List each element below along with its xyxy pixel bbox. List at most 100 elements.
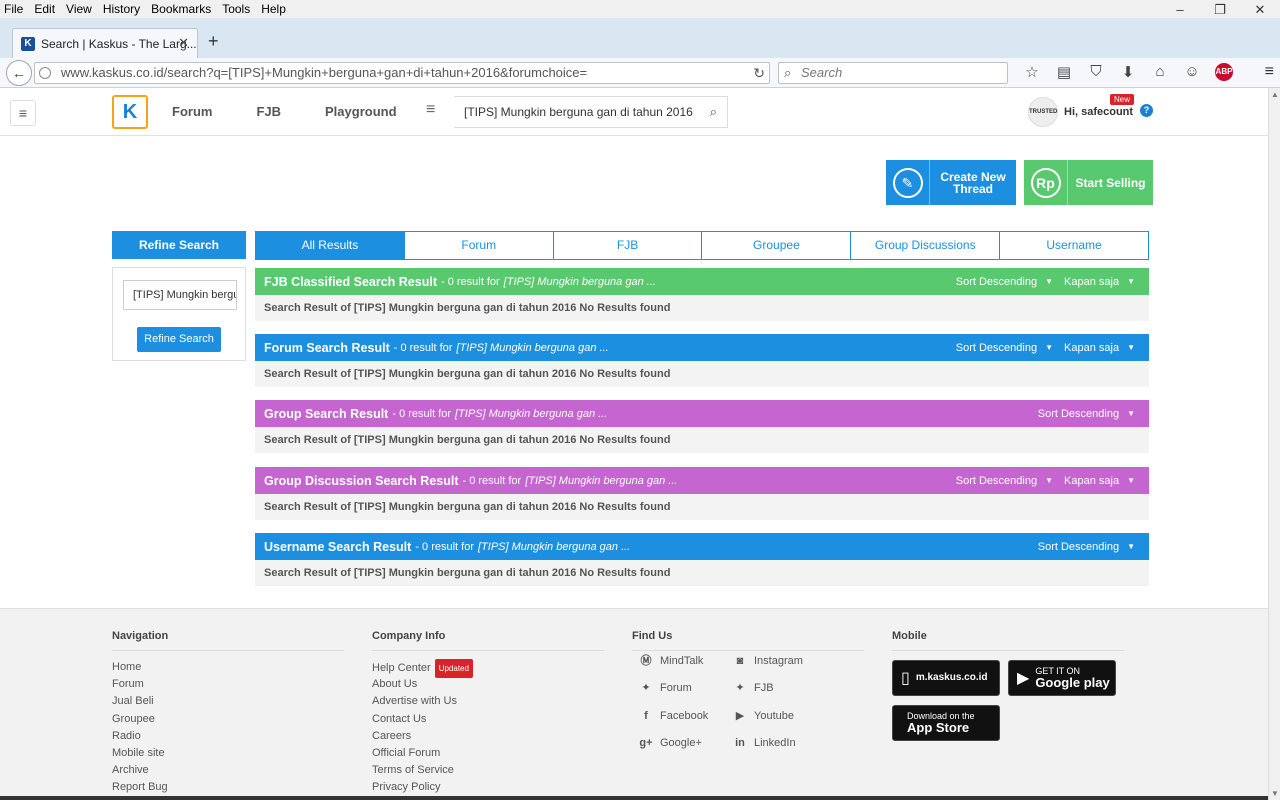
result-query: [TIPS] Mungkin berguna gan ...	[477, 540, 631, 553]
result-query: [TIPS] Mungkin berguna gan ...	[455, 407, 608, 420]
side-menu-icon[interactable]: ≡	[10, 100, 36, 126]
site-search-input[interactable]: [TIPS] Mungkin berguna gan di tahun 2016…	[454, 96, 728, 128]
adblock-icon[interactable]: ABP	[1215, 63, 1233, 81]
footer-link-mobile-site[interactable]: Mobile site	[112, 745, 344, 762]
footer-link-help-center[interactable]: Help Center	[372, 662, 431, 674]
scroll-up-icon[interactable]: ▲	[1271, 90, 1279, 99]
nav-playground[interactable]: Playground	[325, 104, 397, 119]
globe-icon	[39, 67, 51, 79]
google-play-icon: ▶	[1017, 670, 1030, 687]
tab-username[interactable]: Username	[1000, 232, 1148, 259]
bookmark-star-icon[interactable]: ☆	[1016, 63, 1048, 81]
user-greeting[interactable]: Hi, safecount	[1064, 106, 1133, 118]
tab-forum[interactable]: Forum	[404, 232, 554, 259]
reading-list-icon[interactable]: ▤	[1048, 63, 1080, 81]
refine-search-title: Refine Search	[112, 231, 246, 259]
chat-icon[interactable]: ☺	[1176, 63, 1208, 81]
create-new-thread-button[interactable]: ✎ Create New Thread	[886, 160, 1016, 205]
restore-icon[interactable]: ❐	[1200, 2, 1240, 18]
tab-group-discussions[interactable]: Group Discussions	[851, 232, 1001, 259]
footer-navigation: Navigation Home Forum Jual Beli Groupee …	[112, 630, 344, 797]
minimize-icon[interactable]: –	[1160, 2, 1200, 18]
menu-history[interactable]: History	[103, 2, 140, 16]
tab-all-results[interactable]: All Results	[256, 232, 405, 259]
footer-link-forum[interactable]: Forum	[112, 676, 344, 693]
url-bar[interactable]: www.kaskus.co.id/search?q=[TIPS]+Mungkin…	[34, 62, 770, 84]
site-search-icon[interactable]: ⌕	[710, 97, 717, 127]
footer-link-privacy[interactable]: Privacy Policy	[372, 779, 604, 796]
footer-link-careers[interactable]: Careers	[372, 728, 604, 745]
close-tab-icon[interactable]: ✕	[178, 35, 189, 51]
footer-link-report-bug[interactable]: Report Bug	[112, 779, 344, 796]
help-icon[interactable]: ?	[1140, 104, 1153, 117]
social-facebook[interactable]: f Facebook	[638, 708, 708, 724]
sort-dropdown[interactable]: Sort Descending ▼	[956, 334, 1053, 362]
footer-link-advertise[interactable]: Advertise with Us	[372, 693, 604, 710]
nav-fjb[interactable]: FJB	[256, 104, 281, 119]
home-icon[interactable]: ⌂	[1144, 63, 1176, 81]
category-menu-icon[interactable]: ≡	[426, 101, 435, 119]
footer-link-about-us[interactable]: About Us	[372, 676, 604, 693]
tab-fjb[interactable]: FJB	[553, 232, 703, 259]
site-search-value: [TIPS] Mungkin berguna gan di tahun 2016	[464, 105, 693, 119]
scroll-down-icon[interactable]: ▼	[1271, 789, 1279, 798]
footer-link-contact-us[interactable]: Contact Us	[372, 711, 604, 728]
refine-search-button[interactable]: Refine Search	[137, 327, 221, 352]
sort-dropdown[interactable]: Sort Descending ▼	[956, 467, 1053, 495]
social-forum[interactable]: ✦ Forum	[638, 680, 691, 696]
footer-link-radio[interactable]: Radio	[112, 728, 344, 745]
menu-file[interactable]: File	[4, 2, 23, 16]
menu-view[interactable]: View	[66, 2, 92, 16]
google-play-button[interactable]: ▶ GET IT ON Google play	[1008, 660, 1116, 696]
tab-groupee[interactable]: Groupee	[702, 232, 852, 259]
footer-link-groupee[interactable]: Groupee	[112, 711, 344, 728]
menu-edit[interactable]: Edit	[34, 2, 55, 16]
sort-dropdown[interactable]: Sort Descending ▼	[956, 268, 1053, 296]
footer-heading: Mobile	[892, 630, 1124, 651]
time-dropdown[interactable]: Kapan saja ▼	[1064, 334, 1135, 362]
mobile-site-button[interactable]: ▯ m.kaskus.co.id	[892, 660, 1000, 696]
time-dropdown[interactable]: Kapan saja ▼	[1064, 467, 1135, 495]
footer-link-terms[interactable]: Terms of Service	[372, 762, 604, 779]
back-arrow-icon[interactable]: ←	[6, 60, 32, 86]
start-selling-button[interactable]: Rp Start Selling	[1024, 160, 1153, 205]
footer-link-home[interactable]: Home	[112, 659, 344, 676]
chevron-down-icon: ▼	[1045, 343, 1053, 352]
footer-link-jual-beli[interactable]: Jual Beli	[112, 693, 344, 710]
sort-dropdown[interactable]: Sort Descending ▼	[1038, 400, 1135, 428]
social-youtube[interactable]: ▶ Youtube	[732, 708, 794, 724]
menu-bookmarks[interactable]: Bookmarks	[151, 2, 211, 16]
social-googleplus[interactable]: g+ Google+	[638, 735, 701, 751]
menu-help[interactable]: Help	[261, 2, 286, 16]
sort-dropdown[interactable]: Sort Descending ▼	[1038, 533, 1135, 561]
pocket-icon[interactable]: ⛉	[1080, 63, 1112, 81]
close-window-icon[interactable]: ✕	[1240, 2, 1280, 18]
result-query: [TIPS] Mungkin berguna gan ...	[525, 474, 678, 487]
app-store-button[interactable]: Download on the App Store	[892, 705, 1000, 741]
facebook-icon: f	[644, 710, 648, 722]
result-group-discussion-bar: Group Discussion Search Result - 0 resul…	[255, 467, 1149, 494]
browser-tab[interactable]: K Search | Kaskus - The Larg... ✕	[12, 28, 198, 58]
linkedin-icon: in	[735, 737, 745, 749]
reload-icon[interactable]: ↻	[753, 63, 765, 83]
menu-tools[interactable]: Tools	[222, 2, 250, 16]
social-fjb[interactable]: ✦ FJB	[732, 680, 773, 696]
new-tab-icon[interactable]: +	[208, 31, 219, 52]
refine-search-input[interactable]	[123, 280, 237, 310]
social-instagram[interactable]: ◙ Instagram	[732, 653, 803, 669]
nav-forum[interactable]: Forum	[172, 104, 212, 119]
page-scrollbar[interactable]: ▲ ▼	[1268, 88, 1280, 800]
footer-mobile: Mobile	[892, 630, 1124, 659]
social-linkedin[interactable]: in LinkedIn	[732, 735, 795, 751]
time-dropdown[interactable]: Kapan saja ▼	[1064, 268, 1135, 296]
browser-menu-icon[interactable]: ≡	[1265, 63, 1274, 81]
footer-link-official-forum[interactable]: Official Forum	[372, 745, 604, 762]
rupiah-icon: Rp	[1030, 167, 1061, 198]
footer-link-archive[interactable]: Archive	[112, 762, 344, 779]
result-username-bar: Username Search Result - 0 result for [T…	[255, 533, 1149, 560]
kaskus-logo[interactable]: K	[112, 95, 148, 129]
browser-search-input[interactable]: ⌕ Search	[778, 62, 1008, 84]
download-icon[interactable]: ⬇	[1112, 63, 1144, 81]
social-mindtalk[interactable]: Ⓜ MindTalk	[638, 653, 704, 669]
chevron-down-icon: ▼	[1127, 542, 1135, 551]
